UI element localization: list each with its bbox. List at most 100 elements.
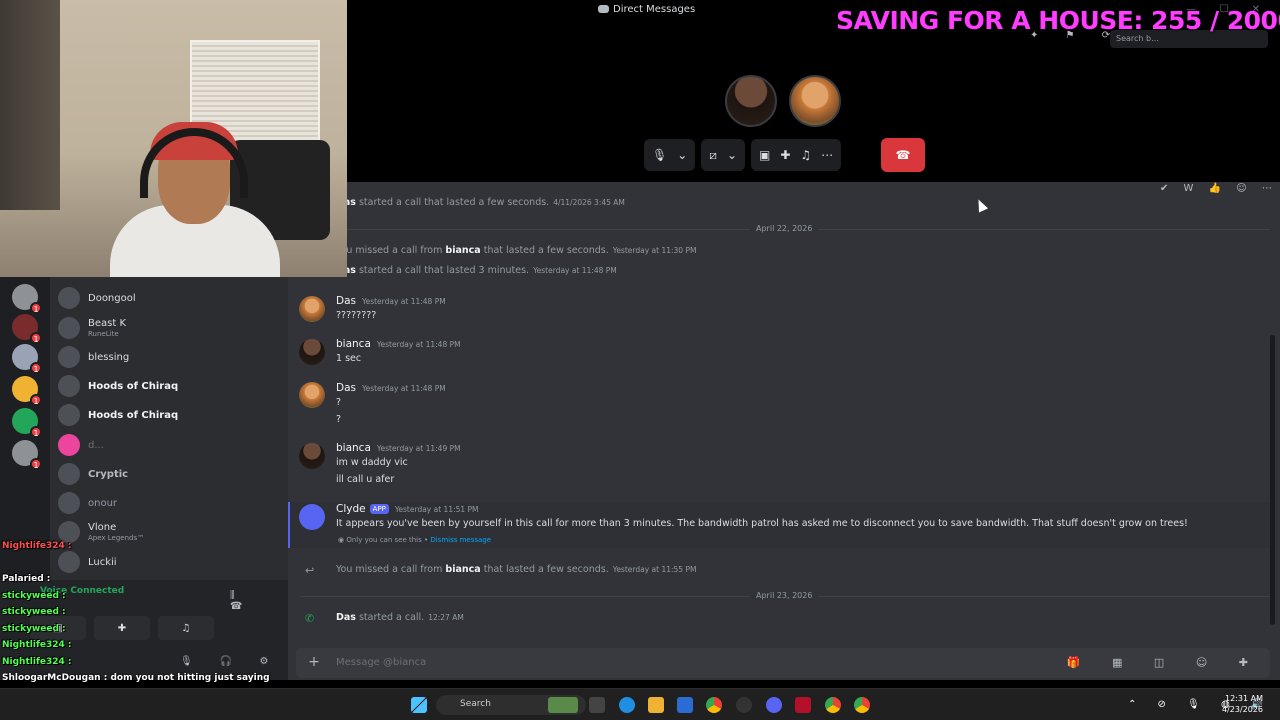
message-header: bianca Yesterday at 11:48 PM bbox=[336, 338, 461, 350]
message-header: Das Yesterday at 11:48 PM bbox=[336, 382, 446, 394]
voice-panel-icons[interactable]: ⫼ ☎ bbox=[230, 590, 288, 612]
message-input[interactable]: Message @bianca bbox=[336, 657, 426, 668]
avatar bbox=[58, 346, 80, 368]
avatar bbox=[58, 404, 80, 426]
dm-item[interactable]: Hoods of Chiraq bbox=[58, 401, 284, 429]
edge-browser-icon[interactable] bbox=[619, 697, 635, 713]
user-panel-icons[interactable]: 🎙 🎧 ⚙ bbox=[180, 656, 280, 667]
avatar[interactable] bbox=[299, 443, 325, 469]
disconnect-button[interactable]: ☎ bbox=[881, 138, 925, 172]
activities-icon[interactable]: ✚ bbox=[780, 148, 790, 162]
message-header: bianca Yesterday at 11:49 PM bbox=[336, 442, 461, 454]
clock[interactable]: 12:31 AM 4/23/2026 bbox=[1222, 693, 1263, 715]
stream-chat-line: Nightlife324 : bbox=[2, 541, 72, 551]
dm-item[interactable]: Beast K RuneLite bbox=[58, 314, 284, 342]
unread-badge: 1 bbox=[30, 302, 42, 314]
message-text: 1 sec bbox=[336, 353, 362, 364]
date-divider-label: April 23, 2026 bbox=[750, 591, 819, 600]
windows-start-icon[interactable] bbox=[411, 697, 427, 713]
dm-item[interactable]: Vlone Apex Legends™ bbox=[58, 518, 284, 546]
mic-toggle-button[interactable]: 🎙 ⌄ bbox=[644, 139, 696, 171]
microphone-icon: 🎙 bbox=[652, 148, 668, 162]
avatar bbox=[58, 463, 80, 485]
stream-chat-line: ShloogarMcDougan : dom you not hitting j… bbox=[2, 673, 270, 683]
message-text: im w daddy vic bbox=[336, 457, 408, 468]
phone-hangup-icon: ☎ bbox=[895, 148, 911, 162]
system-message-call: Das started a call that lasted a few sec… bbox=[336, 197, 625, 208]
unread-badge: 1 bbox=[30, 394, 42, 406]
add-attachment-icon[interactable]: + bbox=[306, 654, 322, 670]
chrome-icon[interactable] bbox=[854, 697, 870, 713]
composer-action-icons[interactable]: 🎁 ▦ ◫ ☺ ✚ bbox=[1067, 656, 1262, 669]
stream-chat-line: Palaried : bbox=[2, 574, 51, 584]
chat-scrollbar[interactable] bbox=[1270, 335, 1275, 625]
system-message-missed-call: You missed a call from bianca that laste… bbox=[336, 564, 697, 575]
avatar[interactable] bbox=[299, 296, 325, 322]
avatar[interactable] bbox=[299, 339, 325, 365]
acrobat-icon[interactable] bbox=[795, 697, 811, 713]
webcam-door bbox=[0, 0, 60, 210]
chrome-icon[interactable] bbox=[706, 697, 722, 713]
camera-off-icon: ⧄ bbox=[709, 147, 717, 162]
message-text: ? bbox=[336, 397, 342, 408]
soundboard-icon[interactable]: ♫ bbox=[800, 148, 811, 162]
dm-item[interactable]: Doongool bbox=[58, 284, 284, 312]
file-explorer-icon[interactable] bbox=[648, 697, 664, 713]
dm-item[interactable]: Luckii bbox=[58, 548, 284, 576]
taskbar: Search ⌃ ⊘ 🎙 ◍ 🔊 12:31 AM 4/23/2026 bbox=[0, 688, 1280, 720]
store-icon[interactable] bbox=[677, 697, 693, 713]
obs-icon[interactable] bbox=[736, 697, 752, 713]
call-actions-group: ▣ ✚ ♫ ⋯ bbox=[751, 139, 842, 171]
stream-goal-banner: SAVING FOR A HOUSE: 255 / 20000 bbox=[836, 6, 1280, 35]
server-icon[interactable]: 1 bbox=[12, 344, 42, 374]
dm-item[interactable]: Cryptic bbox=[58, 460, 284, 488]
screen-share-icon[interactable]: ▣ bbox=[759, 148, 770, 162]
soundboard-button[interactable]: ♫ bbox=[158, 616, 214, 640]
app-badge: APP bbox=[369, 504, 389, 514]
stream-chat-line: Nightlife324 : bbox=[2, 657, 72, 667]
stream-chat-line: stickyweed : bbox=[2, 624, 66, 634]
system-message-call: Das started a call. 12:27 AM bbox=[336, 612, 464, 623]
missed-call-icon: ↩ bbox=[305, 564, 315, 577]
avatar bbox=[58, 375, 80, 397]
clyde-avatar[interactable] bbox=[299, 504, 325, 530]
activities-icon: ✚ bbox=[117, 622, 127, 634]
message-header: Das Yesterday at 11:48 PM bbox=[336, 295, 446, 307]
task-view-icon[interactable] bbox=[589, 697, 605, 713]
chrome-icon[interactable] bbox=[825, 697, 841, 713]
dm-item[interactable]: onour bbox=[58, 489, 284, 517]
chevron-down-icon: ⌄ bbox=[677, 148, 688, 162]
discord-icon[interactable] bbox=[766, 697, 782, 713]
server-icon[interactable]: 1 bbox=[12, 314, 42, 344]
avatar bbox=[58, 434, 80, 456]
system-message-call: Das started a call that lasted 3 minutes… bbox=[336, 265, 617, 276]
server-icon[interactable]: 1 bbox=[12, 376, 42, 406]
stream-chat-line: stickyweed : bbox=[2, 591, 66, 601]
participant-avatar-das[interactable] bbox=[789, 75, 841, 127]
avatar[interactable] bbox=[299, 382, 325, 408]
system-message-missed-call: You missed a call from bianca that laste… bbox=[336, 245, 697, 256]
server-icon[interactable]: 1 bbox=[12, 284, 42, 314]
chevron-down-icon: ⌄ bbox=[726, 148, 737, 162]
participant-avatar-bianca[interactable] bbox=[725, 75, 777, 127]
dm-item[interactable]: Hoods of Chiraq bbox=[58, 372, 284, 400]
dm-item[interactable]: blessing bbox=[58, 343, 284, 371]
server-icon[interactable]: 1 bbox=[12, 408, 42, 438]
chat-area bbox=[288, 182, 1280, 680]
widgets-icon[interactable] bbox=[548, 697, 578, 713]
eye-icon: ◉ bbox=[338, 536, 345, 544]
call-controls: 🎙 ⌄ ⧄ ⌄ ▣ ✚ ♫ ⋯ bbox=[644, 139, 842, 171]
message-hover-actions[interactable]: ✔ W 👍 ☺ ⋯ bbox=[1160, 183, 1278, 194]
more-options-icon[interactable]: ⋯ bbox=[821, 148, 833, 162]
camera-toggle-button[interactable]: ⧄ ⌄ bbox=[701, 139, 745, 171]
unread-badge: 1 bbox=[30, 332, 42, 344]
date-divider-label: April 22, 2026 bbox=[750, 224, 819, 233]
discord-icon bbox=[598, 5, 609, 13]
message-text: It appears you've been by yourself in th… bbox=[336, 518, 1188, 529]
server-icon[interactable]: 1 bbox=[12, 440, 42, 470]
activities-button[interactable]: ✚ bbox=[94, 616, 150, 640]
stream-chat-line: Nightlife324 : bbox=[2, 640, 72, 650]
message-composer[interactable]: + Message @bianca 🎁 ▦ ◫ ☺ ✚ bbox=[296, 648, 1270, 678]
dm-item[interactable]: d... bbox=[58, 431, 284, 459]
dismiss-message-link[interactable]: Dismiss message bbox=[430, 536, 491, 544]
